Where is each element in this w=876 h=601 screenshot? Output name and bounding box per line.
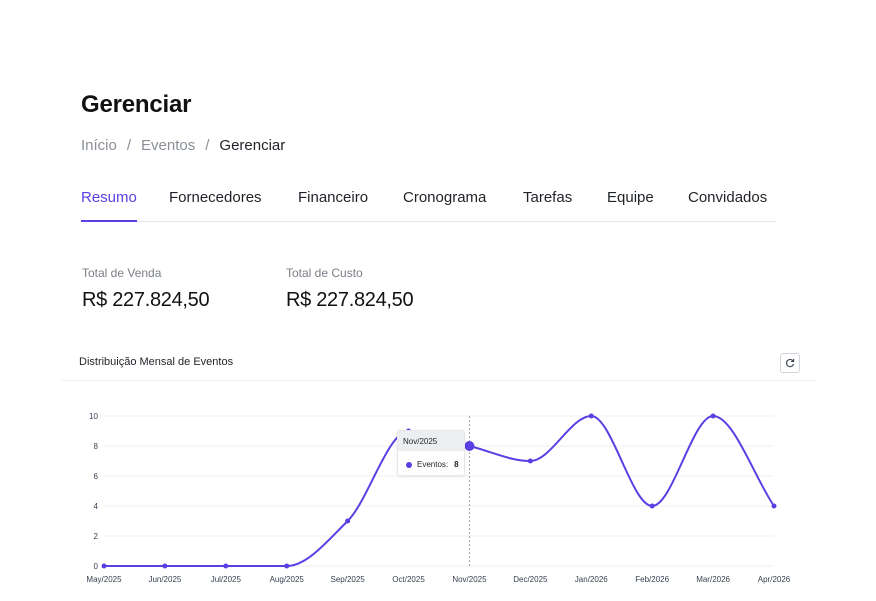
y-tick-label: 4	[94, 502, 99, 511]
x-tick-label: Jun/2025	[148, 575, 181, 584]
data-point	[284, 563, 290, 569]
y-tick-label: 6	[94, 472, 99, 481]
data-point	[345, 518, 351, 524]
x-tick-label: Mar/2026	[696, 575, 730, 584]
data-point	[223, 563, 229, 569]
tooltip-row: Eventos: 8	[398, 451, 464, 469]
x-tick-label: May/2025	[86, 575, 122, 584]
y-tick-label: 8	[94, 442, 99, 451]
events-line-chart: 0 2 4 6 8 10 May/2025 Jun/2025 Jul/2025 Aug/2025 S…	[86, 412, 791, 584]
data-point	[710, 413, 716, 419]
x-tick-label: Jan/2026	[575, 575, 608, 584]
data-point	[101, 563, 107, 569]
x-tick-label: Oct/2025	[392, 575, 425, 584]
x-tick-label: Feb/2026	[635, 575, 669, 584]
data-point	[771, 503, 777, 509]
tooltip-value: 8	[454, 460, 459, 469]
tooltip-header: Nov/2025	[398, 431, 464, 451]
data-point	[588, 413, 594, 419]
x-tick-label: Apr/2026	[758, 575, 791, 584]
y-tick-label: 0	[94, 562, 99, 571]
tooltip-series-label: Eventos:	[417, 460, 449, 469]
data-point	[649, 503, 655, 509]
x-tick-label: Jul/2025	[211, 575, 242, 584]
x-tick-label: Aug/2025	[270, 575, 305, 584]
series-dot-icon	[406, 461, 412, 468]
y-tick-label: 2	[94, 532, 99, 541]
x-tick-label: Nov/2025	[452, 575, 487, 584]
active-data-point	[464, 441, 475, 451]
y-tick-label: 10	[89, 412, 98, 421]
x-tick-label: Sep/2025	[331, 575, 366, 584]
x-tick-label: Dec/2025	[513, 575, 548, 584]
data-point	[527, 458, 533, 464]
data-point	[162, 563, 168, 569]
chart-tooltip: Nov/2025 Eventos: 8	[397, 430, 465, 476]
